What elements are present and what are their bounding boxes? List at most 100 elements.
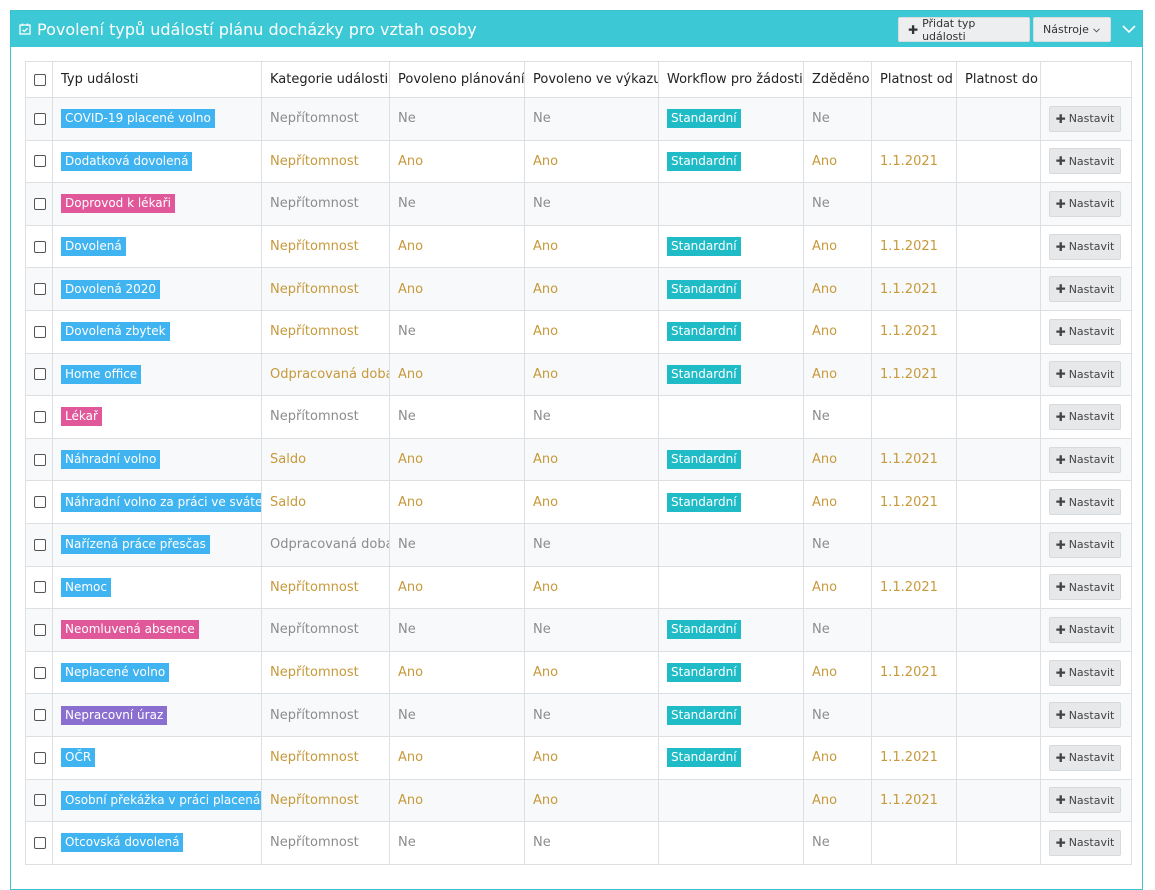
category-cell: Nepřítomnost (261, 309, 390, 354)
set-button[interactable]: ✚ Nastavit (1049, 616, 1121, 643)
row-checkbox[interactable] (34, 325, 46, 338)
workflow-badge: Standardní (667, 151, 741, 171)
event-type-cell: Nemoc (52, 565, 262, 610)
set-button-label: Nastavit (1068, 538, 1115, 552)
chevron-down-icon (1119, 25, 1139, 43)
event-type-tag[interactable]: Home office (61, 364, 142, 384)
column-header[interactable]: Kategorie události (261, 61, 390, 98)
event-type-tag[interactable]: Lékař (61, 407, 102, 427)
row-checkbox[interactable] (34, 836, 46, 849)
column-header[interactable]: Povoleno ve výkazu (524, 61, 659, 98)
row-checkbox[interactable] (34, 453, 46, 466)
event-type-tag[interactable]: Náhradní volno (61, 450, 161, 470)
actions-cell: ✚ Nastavit (1040, 309, 1132, 354)
row-checkbox[interactable] (34, 410, 46, 423)
set-button[interactable]: ✚ Nastavit (1049, 702, 1121, 729)
select-all-checkbox[interactable] (34, 73, 46, 86)
row-checkbox[interactable] (34, 623, 46, 636)
set-button[interactable]: ✚ Nastavit (1049, 446, 1121, 473)
event-type-tag[interactable]: Nemoc (61, 577, 111, 597)
plus-icon: ✚ (1055, 537, 1066, 552)
event-type-cell: Dovolená zbytek (52, 309, 262, 354)
valid-from-cell: 1.1.2021 (871, 267, 957, 311)
event-type-tag[interactable]: Neplacené volno (61, 663, 170, 683)
event-type-tag[interactable]: Neomluvená absence (61, 620, 199, 640)
column-header[interactable]: Platnost od (871, 61, 957, 98)
workflow-cell: Standardní (658, 480, 804, 524)
actions-cell: ✚ Nastavit (1040, 139, 1132, 184)
plus-icon: ✚ (908, 22, 919, 37)
row-checkbox[interactable] (34, 240, 46, 253)
row-checkbox[interactable] (34, 368, 46, 381)
row-select-cell (25, 735, 53, 780)
collapse-panel-button[interactable] (1119, 19, 1139, 39)
set-button[interactable]: ✚ Nastavit (1049, 531, 1121, 558)
set-button[interactable]: ✚ Nastavit (1049, 276, 1121, 303)
set-button[interactable]: ✚ Nastavit (1049, 318, 1121, 345)
planning-allowed-cell: Ano (389, 267, 525, 311)
set-button[interactable]: ✚ Nastavit (1049, 148, 1121, 175)
row-checkbox[interactable] (34, 581, 46, 594)
event-type-tag[interactable]: Otcovská dovolená (61, 833, 184, 853)
row-checkbox[interactable] (34, 794, 46, 807)
panel-title-text: Povolení typů událostí plánu docházky pr… (37, 19, 477, 39)
planning-allowed-cell: Ano (389, 224, 525, 269)
valid-from-cell (871, 182, 957, 226)
set-button[interactable]: ✚ Nastavit (1049, 403, 1121, 430)
event-type-tag[interactable]: Dovolená (61, 237, 126, 257)
valid-from-cell: 1.1.2021 (871, 309, 957, 354)
set-button[interactable]: ✚ Nastavit (1049, 233, 1121, 260)
category-cell: Saldo (261, 480, 390, 524)
set-button[interactable]: ✚ Nastavit (1049, 787, 1121, 814)
report-allowed-cell: Ne (524, 395, 659, 439)
set-button[interactable]: ✚ Nastavit (1049, 574, 1121, 601)
set-button-label: Nastavit (1068, 836, 1115, 850)
add-event-type-button[interactable]: ✚ Přidat typ události (898, 17, 1030, 43)
event-type-tag[interactable]: Doprovod k lékaři (61, 194, 175, 214)
actions-cell: ✚ Nastavit (1040, 224, 1132, 269)
category-cell: Nepřítomnost (261, 821, 390, 865)
row-checkbox[interactable] (34, 666, 46, 679)
table-row: Náhradní volno za práci ve svátek Saldo An… (25, 480, 1132, 524)
event-type-tag[interactable]: OČR (61, 748, 96, 768)
column-header[interactable]: Povoleno plánování (389, 61, 525, 98)
category-cell: Nepřítomnost (261, 395, 390, 439)
row-checkbox[interactable] (34, 112, 46, 125)
set-button[interactable]: ✚ Nastavit (1049, 659, 1121, 686)
event-type-tag[interactable]: Nepracovní úraz (61, 705, 168, 725)
row-checkbox[interactable] (34, 155, 46, 168)
set-button[interactable]: ✚ Nastavit (1049, 744, 1121, 771)
row-select-cell (25, 352, 53, 397)
set-button[interactable]: ✚ Nastavit (1049, 105, 1121, 132)
row-checkbox[interactable] (34, 751, 46, 764)
set-button[interactable]: ✚ Nastavit (1049, 829, 1121, 856)
workflow-cell (658, 821, 804, 865)
event-type-tag[interactable]: Dovolená 2020 (61, 279, 161, 299)
row-checkbox[interactable] (34, 197, 46, 210)
set-button[interactable]: ✚ Nastavit (1049, 361, 1121, 388)
set-button[interactable]: ✚ Nastavit (1049, 190, 1121, 217)
valid-from-cell: 1.1.2021 (871, 650, 957, 695)
event-type-cell: Dovolená 2020 (52, 267, 262, 311)
row-checkbox[interactable] (34, 496, 46, 509)
report-allowed-cell: Ano (524, 480, 659, 524)
column-header[interactable]: Typ události (52, 61, 262, 98)
column-header[interactable]: Zděděno (803, 61, 872, 98)
valid-from-cell (871, 522, 957, 567)
set-button[interactable]: ✚ Nastavit (1049, 489, 1121, 516)
event-type-tag[interactable]: Nařízená práce přesčas (61, 535, 210, 555)
event-type-tag[interactable]: Dodatková dovolená (61, 151, 193, 171)
column-header[interactable]: Platnost do (956, 61, 1041, 98)
event-type-tag[interactable]: COVID-19 placené volno (61, 109, 215, 129)
event-type-tag[interactable]: Dovolená zbytek (61, 322, 170, 342)
row-checkbox[interactable] (34, 709, 46, 722)
row-checkbox[interactable] (34, 538, 46, 551)
report-allowed-cell: Ano (524, 309, 659, 354)
column-header[interactable]: Workflow pro žádosti (658, 61, 804, 98)
table-row: Lékař Nepřítomnost Ne Ne Ne ✚ Nastavit (25, 395, 1132, 439)
event-type-tag[interactable]: Náhradní volno za práci ve svátek (61, 492, 261, 512)
tools-label: Nástroje (1043, 23, 1089, 36)
tools-dropdown-button[interactable]: Nástroje (1033, 17, 1111, 42)
event-type-tag[interactable]: Osobní překážka v práci placená (61, 790, 261, 810)
row-checkbox[interactable] (34, 283, 46, 296)
